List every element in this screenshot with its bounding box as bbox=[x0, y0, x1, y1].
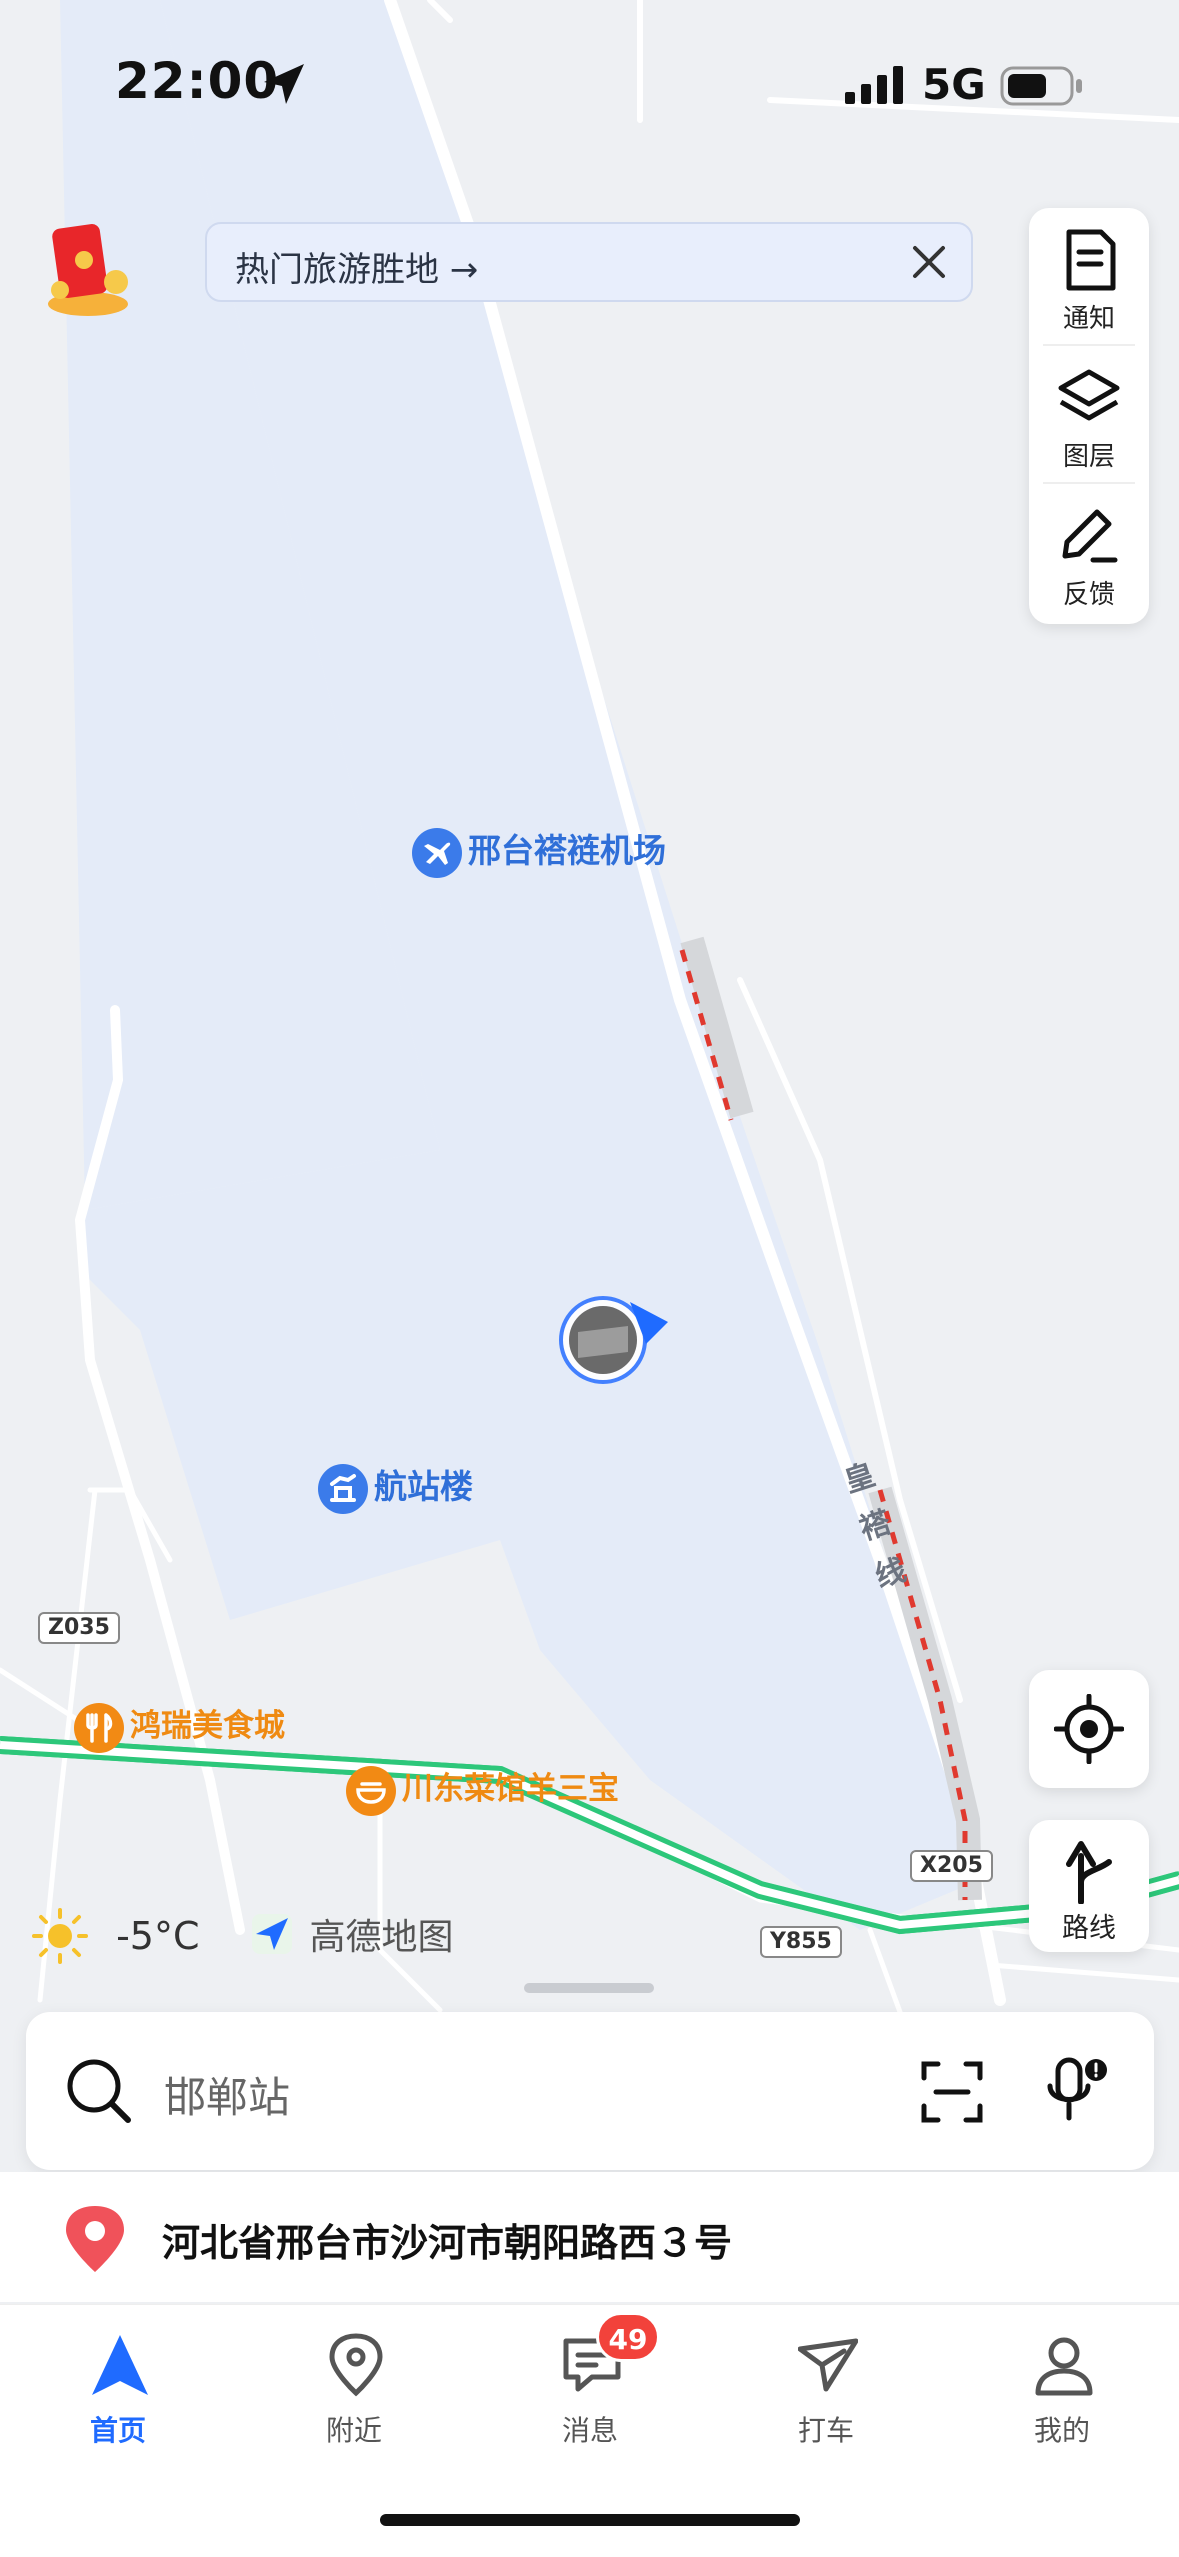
weather-widget[interactable]: -5°C bbox=[32, 1908, 200, 1964]
poi-airport[interactable]: 邢台褡裢机场 bbox=[412, 824, 666, 878]
tool-label: 反馈 bbox=[1062, 580, 1115, 610]
poi-restaurant[interactable]: 川东菜馆羊三宝 bbox=[346, 1763, 619, 1816]
microphone-icon[interactable] bbox=[1044, 2054, 1118, 2130]
scan-icon[interactable] bbox=[920, 2060, 984, 2124]
locate-button[interactable] bbox=[1029, 1670, 1149, 1788]
tool-feedback[interactable]: 反馈 bbox=[1029, 484, 1149, 618]
nav-label: 消息 bbox=[561, 2414, 618, 2447]
location-pin-icon bbox=[66, 2206, 124, 2272]
search-bar[interactable]: 邯郸站 bbox=[26, 2012, 1154, 2170]
brand-name: 高德地图 bbox=[309, 1917, 454, 1958]
promo-text: 热门旅游胜地 → bbox=[235, 250, 479, 290]
promo-banner[interactable]: 热门旅游胜地 → bbox=[205, 222, 973, 302]
weather-temp: -5°C bbox=[116, 1914, 200, 1958]
message-count-badge: 49 bbox=[596, 2312, 660, 2362]
brand-logo: 高德地图 bbox=[250, 1908, 453, 1960]
poi-food-city-label: 鸿瑞美食城 bbox=[130, 1708, 285, 1744]
location-pin-icon bbox=[329, 2333, 383, 2397]
sheet-drag-handle[interactable] bbox=[524, 1983, 654, 1993]
tool-label: 图层 bbox=[1062, 442, 1115, 472]
restaurant-icon bbox=[346, 1765, 396, 1816]
road-tag-z035: Z035 bbox=[38, 1612, 120, 1644]
nav-home[interactable]: 首页 bbox=[38, 2329, 198, 2459]
poi-airport-label: 邢台褡裢机场 bbox=[468, 831, 666, 870]
notification-icon bbox=[1066, 229, 1116, 291]
route-button[interactable]: 路线 bbox=[1029, 1820, 1149, 1952]
terminal-icon bbox=[318, 1463, 368, 1514]
poi-terminal[interactable]: 航站楼 bbox=[318, 1460, 473, 1514]
nav-label: 打车 bbox=[797, 2414, 854, 2447]
route-icon bbox=[1066, 1841, 1112, 1904]
signal-icon bbox=[845, 66, 903, 104]
search-icon bbox=[67, 2059, 131, 2123]
current-address-bar[interactable]: 河北省邢台市沙河市朝阳路西３号 bbox=[0, 2172, 1179, 2302]
profile-icon bbox=[1035, 2337, 1093, 2396]
home-arrow-icon bbox=[92, 2335, 148, 2395]
layers-icon bbox=[1058, 369, 1120, 421]
network-type: 5G bbox=[922, 60, 986, 109]
tool-notification[interactable]: 通知 bbox=[1029, 208, 1149, 342]
home-indicator[interactable] bbox=[380, 2514, 800, 2526]
red-envelope-icon[interactable] bbox=[32, 212, 144, 324]
taxi-icon bbox=[798, 2338, 858, 2392]
nav-label: 附近 bbox=[325, 2414, 382, 2447]
road-tag-y855: Y855 bbox=[760, 1926, 842, 1958]
poi-food-city[interactable]: 鸿瑞美食城 bbox=[74, 1700, 285, 1753]
nav-profile[interactable]: 我的 bbox=[982, 2329, 1142, 2459]
search-input[interactable]: 邯郸站 bbox=[164, 2064, 290, 2125]
amap-logo-icon bbox=[252, 1914, 292, 1954]
road-tag-x205: X205 bbox=[910, 1850, 993, 1882]
feedback-icon bbox=[1062, 509, 1118, 563]
restaurant-icon bbox=[74, 1702, 124, 1753]
close-icon[interactable] bbox=[909, 242, 949, 282]
nav-label: 首页 bbox=[89, 2414, 146, 2447]
nav-label: 我的 bbox=[1033, 2414, 1090, 2447]
tool-label: 通知 bbox=[1062, 304, 1115, 334]
poi-restaurant-label: 川东菜馆羊三宝 bbox=[402, 1771, 619, 1807]
location-arrow-icon bbox=[264, 64, 304, 104]
tool-layers[interactable]: 图层 bbox=[1029, 346, 1149, 480]
poi-terminal-label: 航站楼 bbox=[374, 1467, 473, 1506]
sun-icon bbox=[32, 1908, 88, 1964]
route-label: 路线 bbox=[1062, 1913, 1116, 1944]
status-time: 22:00 bbox=[115, 52, 280, 110]
nav-taxi[interactable]: 打车 bbox=[746, 2329, 906, 2459]
battery-icon bbox=[1000, 66, 1082, 106]
map-tools-panel: 通知 图层 反馈 bbox=[1029, 208, 1149, 624]
nav-nearby[interactable]: 附近 bbox=[274, 2329, 434, 2459]
airplane-icon bbox=[412, 827, 462, 878]
crosshair-icon bbox=[1054, 1694, 1124, 1764]
current-address: 河北省邢台市沙河市朝阳路西３号 bbox=[162, 2221, 733, 2265]
